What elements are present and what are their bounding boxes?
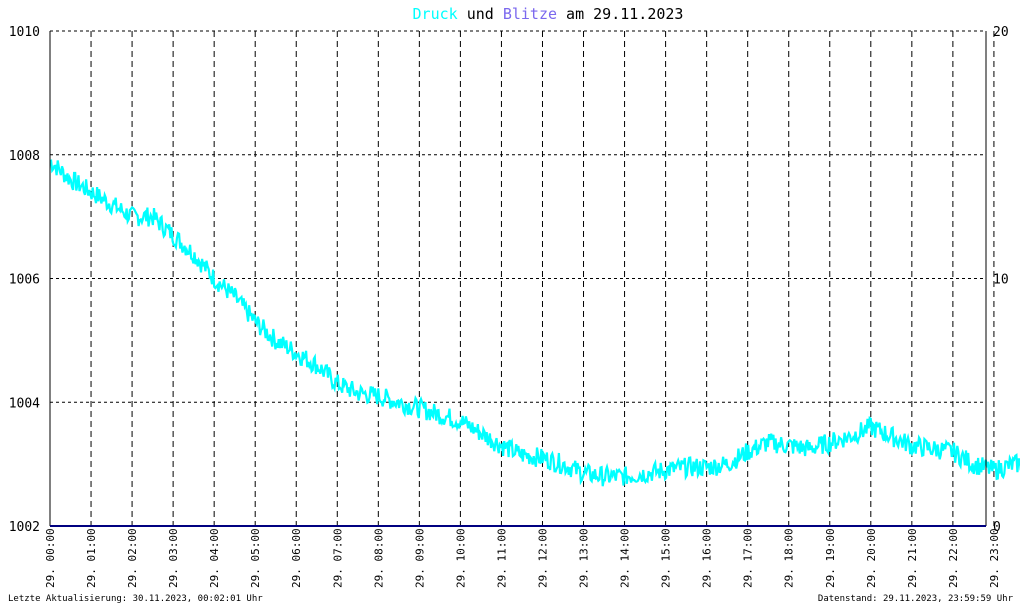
y-right-tick-label: 10	[993, 273, 1009, 288]
x-tick-label: 29. 09:00	[413, 528, 426, 588]
x-tick-label: 29. 10:00	[454, 528, 467, 588]
y-left-tick-label: 1008	[9, 149, 40, 164]
x-tick-label: 29. 15:00	[660, 528, 673, 588]
title-druck: Druck	[413, 5, 458, 23]
x-tick-label: 29. 00:00	[44, 528, 57, 588]
y-left-tick-label: 1002	[9, 520, 40, 535]
title-date: am 29.11.2023	[557, 5, 683, 23]
footer-data-status: Datenstand: 29.11.2023, 23:59:59 Uhr	[818, 594, 1014, 604]
y-left-tick-label: 1004	[9, 396, 40, 411]
y-right-tick-label: 20	[993, 25, 1009, 40]
x-tick-label: 29. 04:00	[208, 528, 221, 588]
chart-background	[0, 0, 1020, 606]
x-tick-label: 29. 12:00	[536, 528, 549, 588]
x-tick-label: 29. 21:00	[906, 528, 919, 588]
pressure-lightning-chart: Druck und Blitze am 29.11.2023 1002 1004 1…	[0, 0, 1020, 606]
x-tick-label: 29. 11:00	[495, 528, 508, 588]
x-tick-label: 29. 16:00	[701, 528, 714, 588]
x-tick-label: 29. 22:00	[947, 528, 960, 588]
y-left-tick-label: 1006	[9, 273, 40, 288]
y-left-tick-label: 1010	[9, 25, 40, 40]
x-tick-label: 29. 02:00	[126, 528, 139, 588]
x-tick-label: 29. 03:00	[167, 528, 180, 588]
title-und: und	[458, 5, 503, 23]
x-tick-label: 29. 06:00	[290, 528, 303, 588]
x-tick-label: 29. 07:00	[331, 528, 344, 588]
footer-last-update: Letzte Aktualisierung: 30.11.2023, 00:02…	[8, 594, 263, 604]
x-tick-label: 29. 23:00	[988, 528, 1001, 588]
x-tick-label: 29. 18:00	[783, 528, 796, 588]
title-blitze: Blitze	[503, 5, 557, 23]
x-tick-label: 29. 20:00	[865, 528, 878, 588]
x-tick-label: 29. 01:00	[85, 528, 98, 588]
x-tick-label: 29. 13:00	[578, 528, 591, 588]
x-tick-label: 29. 19:00	[824, 528, 837, 588]
x-tick-label: 29. 05:00	[249, 528, 262, 588]
x-tick-label: 29. 17:00	[742, 528, 755, 588]
x-tick-label: 29. 14:00	[619, 528, 632, 588]
chart-title: Druck und Blitze am 29.11.2023	[413, 5, 684, 23]
x-tick-label: 29. 08:00	[372, 528, 385, 588]
